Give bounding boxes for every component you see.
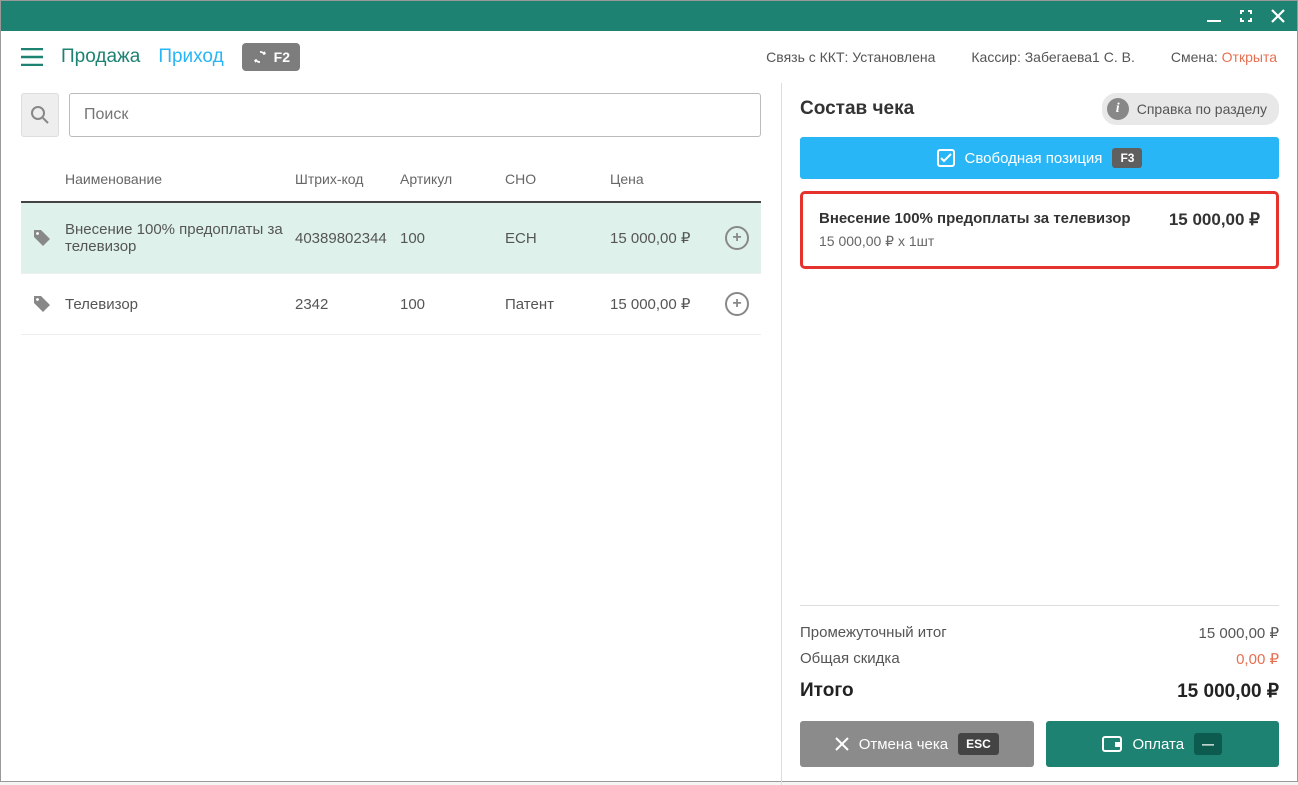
cashier-status: Кассир: Забегаева1 С. В.: [971, 49, 1134, 65]
free-position-button[interactable]: Свободная позиция F3: [800, 137, 1279, 179]
subtotal-value: 15 000,00 ₽: [1199, 624, 1279, 642]
receipt-item-price: 15 000,00 ₽: [1169, 210, 1260, 230]
app-window: Продажа Приход F2 Связь с ККТ: Установле…: [0, 0, 1298, 782]
total-label: Итого: [800, 680, 854, 703]
receipt-item-highlighted[interactable]: Внесение 100% предоплаты за телевизор 15…: [800, 191, 1279, 269]
info-icon: i: [1107, 98, 1129, 120]
total-value: 15 000,00 ₽: [1177, 680, 1279, 703]
col-header-price: Цена: [610, 171, 710, 187]
search-icon[interactable]: [21, 93, 59, 137]
wallet-icon: [1102, 736, 1122, 752]
subtotal-label: Промежуточный итог: [800, 624, 947, 642]
close-icon[interactable]: [1267, 5, 1289, 27]
table-row[interactable]: Телевизор2342100Патент15 000,00 ₽ +: [21, 274, 761, 335]
maximize-icon[interactable]: [1235, 5, 1257, 27]
cell-name: Внесение 100% предоплаты за телевизор: [65, 221, 295, 255]
minimize-icon[interactable]: [1203, 5, 1225, 27]
tab-income[interactable]: Приход: [158, 46, 223, 68]
main-header: Продажа Приход F2 Связь с ККТ: Установле…: [1, 31, 1297, 83]
add-item-button[interactable]: +: [725, 292, 749, 316]
table-header: Наименование Штрих-код Артикул СНО Цена: [21, 157, 761, 203]
pay-button[interactable]: Оплата —: [1046, 721, 1280, 767]
cell-article: 100: [400, 230, 505, 247]
content-area: Наименование Штрих-код Артикул СНО Цена …: [1, 83, 1297, 785]
add-item-button[interactable]: +: [725, 226, 749, 250]
discount-label: Общая скидка: [800, 650, 900, 668]
cell-price: 15 000,00 ₽: [610, 295, 710, 313]
shift-status: Смена: Открыта: [1171, 49, 1277, 65]
discount-value: 0,00 ₽: [1236, 650, 1279, 668]
cell-name: Телевизор: [65, 296, 295, 313]
search-input[interactable]: [69, 93, 761, 137]
esc-key-label: ESC: [958, 733, 999, 755]
tag-icon: [33, 229, 65, 247]
cell-article: 100: [400, 296, 505, 313]
cancel-label: Отмена чека: [859, 736, 948, 753]
totals-section: Промежуточный итог 15 000,00 ₽ Общая ски…: [800, 605, 1279, 707]
cell-sno: ЕСН: [505, 230, 610, 247]
table-row[interactable]: Внесение 100% предоплаты за телевизор403…: [21, 203, 761, 274]
pay-label: Оплата: [1132, 736, 1184, 753]
checkbox-icon: [937, 149, 955, 167]
f3-key-label: F3: [1112, 148, 1142, 168]
catalog-panel: Наименование Штрих-код Артикул СНО Цена …: [1, 83, 781, 785]
tab-sale[interactable]: Продажа: [61, 46, 140, 68]
cell-price: 15 000,00 ₽: [610, 229, 710, 247]
receipt-panel: Состав чека i Справка по разделу Свободн…: [781, 83, 1297, 785]
refresh-icon: [252, 49, 268, 65]
kkt-status: Связь с ККТ: Установлена: [766, 49, 935, 65]
f2-key-label: F2: [274, 49, 290, 65]
col-header-article: Артикул: [400, 171, 505, 187]
col-header-name: Наименование: [65, 171, 295, 187]
receipt-item-sub: 15 000,00 ₽ x 1шт: [819, 233, 1131, 250]
col-header-barcode: Штрих-код: [295, 171, 400, 187]
help-button[interactable]: i Справка по разделу: [1102, 93, 1279, 125]
cell-sno: Патент: [505, 296, 610, 313]
pay-key-label: —: [1194, 733, 1222, 755]
help-label: Справка по разделу: [1137, 101, 1267, 117]
cell-barcode: 40389802344: [295, 230, 400, 247]
cancel-receipt-button[interactable]: Отмена чека ESC: [800, 721, 1034, 767]
receipt-item-name: Внесение 100% предоплаты за телевизор: [819, 210, 1131, 227]
free-position-label: Свободная позиция: [965, 150, 1103, 167]
receipt-title: Состав чека: [800, 98, 914, 120]
cell-barcode: 2342: [295, 296, 400, 313]
col-header-sno: СНО: [505, 171, 610, 187]
tag-icon: [33, 295, 65, 313]
close-icon: [835, 737, 849, 751]
refresh-button[interactable]: F2: [242, 43, 300, 71]
menu-icon[interactable]: [21, 48, 43, 66]
titlebar: [1, 1, 1297, 31]
